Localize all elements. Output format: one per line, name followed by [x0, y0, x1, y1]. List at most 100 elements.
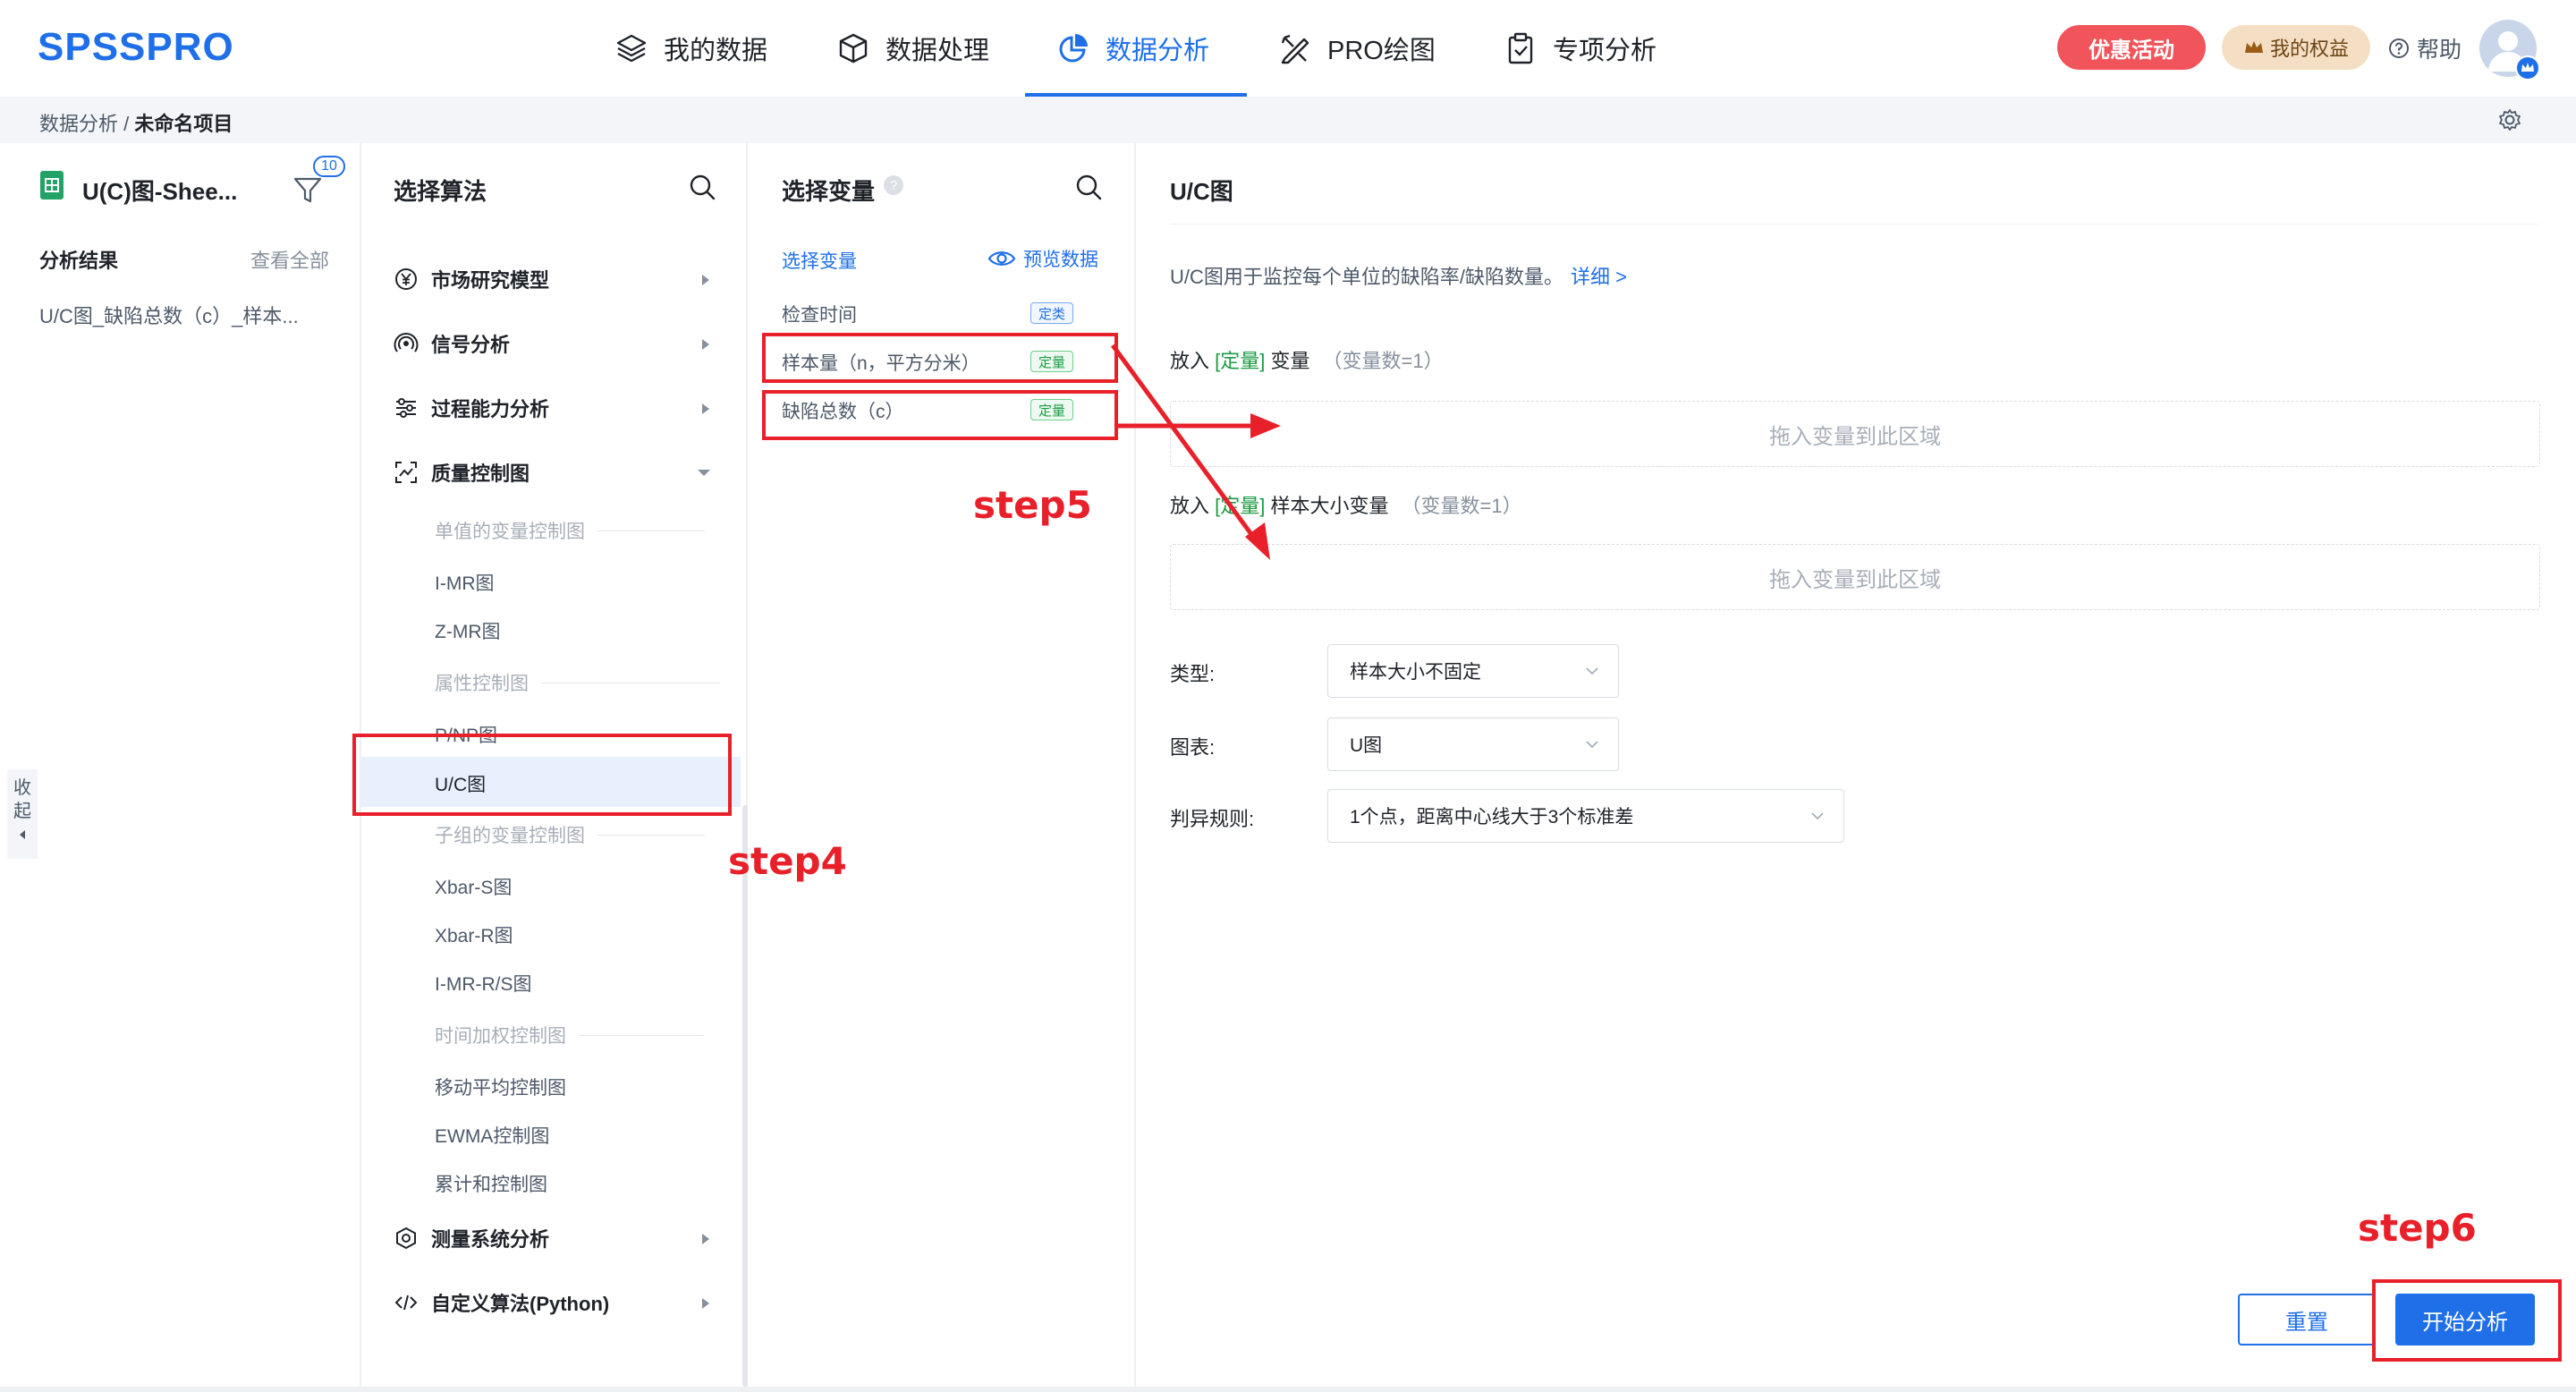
rule-select-value: 1个点，距离中心线大于3个标准差 — [1350, 807, 1634, 828]
group-label: 单值的变量控制图 — [435, 522, 585, 542]
sheet-name[interactable]: U(C)图-Shee... — [82, 174, 237, 207]
chart-select[interactable]: U图 — [1327, 717, 1619, 771]
results-label: 分析结果 — [39, 250, 119, 272]
step4-label: step4 — [728, 839, 847, 883]
group-divider — [597, 834, 705, 836]
sample-size-dropzone[interactable]: 拖入变量到此区域 — [1170, 544, 2540, 610]
step6-highlight-box — [2372, 1279, 2562, 1362]
algorithm-xbar-s[interactable]: Xbar-S图 — [435, 873, 512, 900]
top-nav: SPSSPRO 我的数据 数据处理 数据分析 PRO绘图 专项分析 优惠活动 我… — [0, 0, 2576, 97]
variable-panel-title: 选择变量 — [782, 178, 876, 205]
algorithm-zmr[interactable]: Z-MR图 — [435, 617, 500, 644]
rule-select[interactable]: 1个点，距离中心线大于3个标准差 — [1327, 789, 1844, 843]
vip-badge-icon — [2515, 55, 2540, 81]
preview-data-link[interactable]: 预览数据 — [987, 245, 1098, 272]
promo-button[interactable]: 优惠活动 — [2057, 25, 2206, 70]
algorithm-imr[interactable]: I-MR图 — [435, 569, 495, 596]
app-logo[interactable]: SPSSPRO — [38, 25, 234, 70]
slot2-label: 放入 [定量] 样本大小变量 （变量数=1） — [1170, 490, 1522, 519]
nav-label: 专项分析 — [1553, 37, 1657, 65]
algorithm-imr-rs[interactable]: I-MR-R/S图 — [435, 970, 532, 997]
algorithm-xbar-r[interactable]: Xbar-R图 — [435, 921, 513, 948]
rights-button[interactable]: 我的权益 — [2222, 25, 2370, 70]
help-label: 帮助 — [2417, 38, 2462, 63]
category-label: 信号分析 — [431, 334, 511, 356]
chevron-down-icon — [1586, 667, 1598, 675]
nav-label: 我的数据 — [664, 37, 768, 65]
variable-type-tag: 定类 — [1030, 302, 1074, 324]
yen-circle-icon — [395, 268, 417, 290]
preview-label: 预览数据 — [1023, 250, 1098, 270]
slot2-prefix: 放入 — [1170, 495, 1216, 517]
variable-item[interactable]: 检查时间 — [782, 301, 857, 327]
breadcrumb: 数据分析 / 未命名项目 — [39, 108, 233, 137]
category-process-capability[interactable]: 过程能力分析 — [394, 394, 549, 422]
slot2-count: （变量数=1） — [1401, 495, 1522, 517]
gear-icon[interactable] — [2497, 107, 2522, 132]
category-quality-control[interactable]: 质量控制图 — [394, 458, 530, 487]
caret-right-icon — [702, 1234, 709, 1244]
question-circle-icon — [2389, 38, 2409, 58]
eye-icon — [987, 251, 1016, 266]
variable-dropzone[interactable]: 拖入变量到此区域 — [1170, 401, 2540, 467]
scan-icon — [395, 462, 417, 483]
algorithm-ewma[interactable]: EWMA控制图 — [435, 1122, 549, 1149]
bottom-border — [0, 1387, 2576, 1392]
search-icon[interactable] — [687, 172, 717, 202]
search-icon[interactable] — [1073, 172, 1104, 202]
caret-down-icon — [698, 470, 710, 476]
drawing-tools-icon — [1281, 34, 1309, 64]
step6-label: step6 — [2358, 1206, 2477, 1250]
filter-icon[interactable] — [292, 174, 324, 206]
sheet-panel: U(C)图-Shee... 10 分析结果 查看全部 U/C图_缺陷总数（c）_… — [0, 143, 361, 1387]
cube-icon — [839, 33, 868, 64]
algorithm-panel-title: 选择算法 — [394, 178, 487, 205]
chart-label: 图表: — [1170, 736, 1216, 759]
slot1-count: （变量数=1） — [1322, 350, 1444, 372]
algorithm-moving-average[interactable]: 移动平均控制图 — [435, 1074, 566, 1100]
code-icon — [394, 1294, 418, 1311]
reset-button[interactable]: 重置 — [2238, 1294, 2376, 1345]
slot2-type: [定量] — [1215, 495, 1266, 517]
breadcrumb-bar: 数据分析 / 未命名项目 — [0, 97, 2576, 143]
collapse-sidebar-button[interactable]: 收起 — [7, 769, 38, 859]
pie-chart-icon — [1059, 34, 1088, 63]
category-measurement-system[interactable]: 测量系统分析 — [394, 1224, 549, 1252]
collapse-label: 收起 — [13, 778, 31, 821]
category-market-research[interactable]: 市场研究模型 — [394, 265, 549, 293]
category-signal-analysis[interactable]: 信号分析 — [394, 329, 510, 358]
category-custom-python[interactable]: 自定义算法(Python) — [394, 1288, 609, 1317]
breadcrumb-parent[interactable]: 数据分析 — [39, 113, 118, 135]
caret-right-icon — [702, 275, 709, 285]
group-divider — [597, 530, 705, 531]
nav-label: PRO绘图 — [1327, 37, 1436, 65]
nav-special-analysis[interactable]: 专项分析 — [1503, 0, 1657, 97]
layers-icon — [616, 34, 647, 63]
algorithm-cusum[interactable]: 累计和控制图 — [435, 1170, 547, 1197]
help-tip-icon[interactable]: ? — [884, 175, 903, 195]
filter-count-badge: 10 — [313, 156, 345, 177]
result-item[interactable]: U/C图_缺陷总数（c）_样本... — [39, 301, 299, 329]
select-variables-link[interactable]: 选择变量 — [782, 247, 857, 274]
detail-link[interactable]: 详细 > — [1571, 266, 1627, 288]
slot2-suffix: 样本大小变量 — [1265, 495, 1389, 517]
nav-data-processing[interactable]: 数据处理 — [835, 0, 989, 97]
clipboard-icon — [1508, 32, 1533, 64]
caret-right-icon — [702, 339, 709, 350]
divider — [1170, 224, 2538, 225]
step5-highlight-box-defects — [762, 390, 1118, 440]
caret-right-icon — [702, 403, 709, 414]
nav-data-analysis[interactable]: 数据分析 — [1055, 0, 1209, 97]
category-label: 市场研究模型 — [431, 269, 550, 292]
nav-pro-drawing[interactable]: PRO绘图 — [1277, 0, 1436, 97]
rule-label: 判异规则: — [1170, 808, 1255, 830]
view-all-link[interactable]: 查看全部 — [250, 245, 329, 274]
nav-my-data[interactable]: 我的数据 — [614, 0, 767, 97]
help-link[interactable]: 帮助 — [2388, 32, 2462, 64]
group-label: 属性控制图 — [435, 674, 529, 694]
rights-label: 我的权益 — [2269, 38, 2349, 60]
step5-highlight-box-sample-size — [762, 333, 1118, 383]
category-label: 自定义算法(Python) — [431, 1293, 610, 1315]
group-attribute: 属性控制图 — [435, 669, 720, 696]
type-select[interactable]: 样本大小不固定 — [1327, 644, 1619, 698]
